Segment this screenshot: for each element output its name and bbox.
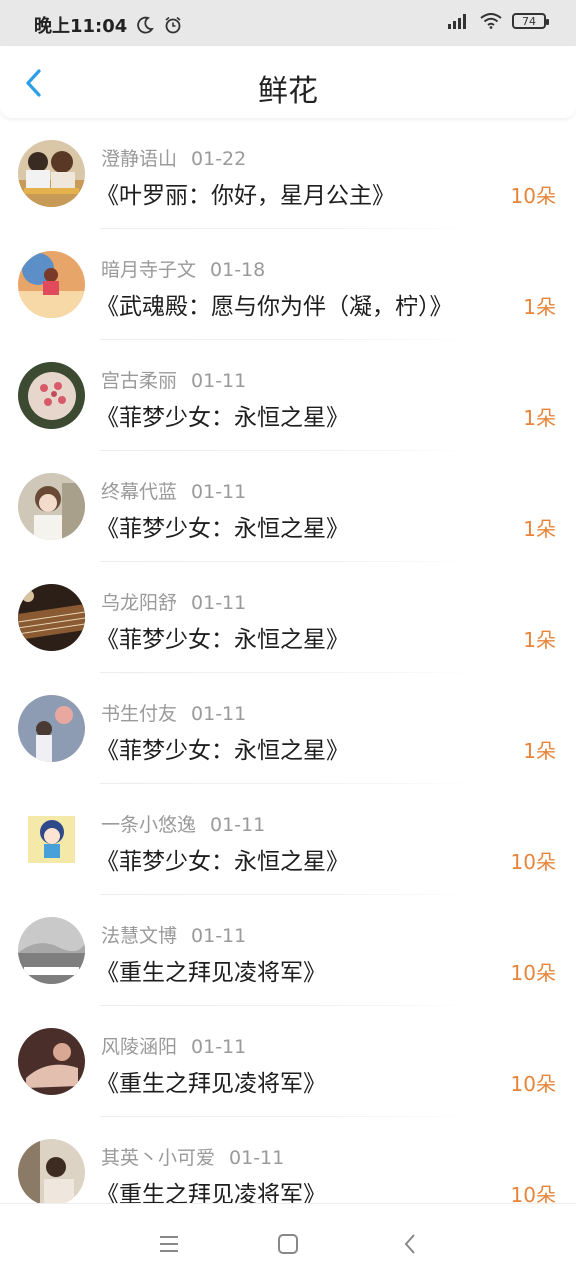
book-title[interactable]: 《重生之拜见凌将军》 <box>96 1064 326 1098</box>
battery-indicator: 74 <box>512 13 549 29</box>
book-title[interactable]: 《菲梦少女：永恒之星》 <box>96 620 349 654</box>
item-meta: 终幕代蓝 01-11 <box>101 477 246 504</box>
app-header: 鲜花 <box>0 46 576 118</box>
item-date: 01-11 <box>191 481 247 503</box>
item-date: 01-22 <box>191 148 247 170</box>
flower-count: 10朵 <box>510 850 556 874</box>
item-date: 01-11 <box>191 925 247 947</box>
menu-icon <box>160 1236 178 1252</box>
status-time: 晚上11:04 <box>34 16 128 37</box>
item-meta: 一条小悠逸 01-11 <box>101 810 265 837</box>
username[interactable]: 风陵涵阳 <box>101 1036 177 1058</box>
list-item[interactable]: 风陵涵阳 01-11 《重生之拜见凌将军》 10朵 <box>0 1006 576 1117</box>
username[interactable]: 书生付友 <box>101 703 177 725</box>
list-item[interactable]: 法慧文博 01-11 《重生之拜见凌将军》 10朵 <box>0 895 576 1006</box>
signal-icon <box>448 14 466 29</box>
item-meta: 书生付友 01-11 <box>101 699 246 726</box>
back-arrow-icon <box>404 1234 415 1254</box>
item-date: 01-11 <box>191 370 247 392</box>
username[interactable]: 乌龙阳舒 <box>101 592 177 614</box>
flower-count: 10朵 <box>510 184 556 208</box>
flower-count: 10朵 <box>510 961 556 985</box>
moon-icon <box>137 16 155 34</box>
flower-count: 10朵 <box>510 1072 556 1096</box>
username[interactable]: 宫古柔丽 <box>101 370 177 392</box>
home-button[interactable] <box>274 1230 302 1258</box>
list-item[interactable]: 终幕代蓝 01-11 《菲梦少女：永恒之星》 1朵 <box>0 451 576 562</box>
item-meta: 风陵涵阳 01-11 <box>101 1032 246 1059</box>
list-item[interactable]: 乌龙阳舒 01-11 《菲梦少女：永恒之星》 1朵 <box>0 562 576 673</box>
item-meta: 乌龙阳舒 01-11 <box>101 588 246 615</box>
page-title: 鲜花 <box>258 74 318 109</box>
item-meta: 澄静语山 01-22 <box>101 144 246 171</box>
avatar[interactable] <box>18 1028 85 1095</box>
flower-count: 1朵 <box>523 628 556 652</box>
list-item[interactable]: 一条小悠逸 01-11 《菲梦少女：永恒之星》 10朵 <box>0 784 576 895</box>
item-meta: 其英丶小可爱 01-11 <box>101 1143 284 1170</box>
flower-count: 1朵 <box>523 406 556 430</box>
system-nav-bar <box>0 1203 576 1281</box>
username[interactable]: 暗月寺子文 <box>101 259 196 281</box>
menu-button[interactable] <box>155 1230 183 1258</box>
list-item[interactable]: 宫古柔丽 01-11 《菲梦少女：永恒之星》 1朵 <box>0 340 576 451</box>
book-title[interactable]: 《菲梦少女：永恒之星》 <box>96 731 349 765</box>
book-title[interactable]: 《重生之拜见凌将军》 <box>96 953 326 987</box>
item-date: 01-11 <box>191 1036 247 1058</box>
item-date: 01-11 <box>229 1147 285 1169</box>
battery-level: 74 <box>522 14 536 28</box>
avatar[interactable] <box>18 917 85 984</box>
item-meta: 暗月寺子文 01-18 <box>101 255 265 282</box>
avatar[interactable] <box>18 806 85 873</box>
book-title[interactable]: 《菲梦少女：永恒之星》 <box>96 398 349 432</box>
username[interactable]: 一条小悠逸 <box>101 814 196 836</box>
back-nav-button[interactable] <box>396 1230 424 1258</box>
item-date: 01-11 <box>191 592 247 614</box>
username[interactable]: 终幕代蓝 <box>101 481 177 503</box>
book-title[interactable]: 《武魂殿：愿与你为伴（凝，柠）》 <box>96 287 453 321</box>
avatar[interactable] <box>18 251 85 318</box>
avatar[interactable] <box>18 1139 85 1206</box>
flower-count: 1朵 <box>523 517 556 541</box>
alarm-icon <box>165 16 181 34</box>
item-meta: 法慧文博 01-11 <box>101 921 246 948</box>
list-item[interactable]: 书生付友 01-11 《菲梦少女：永恒之星》 1朵 <box>0 673 576 784</box>
flower-list: 澄静语山 01-22 《叶罗丽：你好，星月公主》 10朵 暗月寺子文 01-18 《… <box>0 118 576 1228</box>
wifi-icon <box>480 13 502 29</box>
avatar[interactable] <box>18 584 85 651</box>
flower-count: 1朵 <box>523 295 556 319</box>
item-date: 01-11 <box>191 703 247 725</box>
flower-count: 1朵 <box>523 739 556 763</box>
username[interactable]: 法慧文博 <box>101 925 177 947</box>
home-square-icon <box>278 1234 298 1254</box>
username[interactable]: 澄静语山 <box>101 148 177 170</box>
username[interactable]: 其英丶小可爱 <box>101 1147 215 1169</box>
book-title[interactable]: 《菲梦少女：永恒之星》 <box>96 842 349 876</box>
avatar[interactable] <box>18 140 85 207</box>
book-title[interactable]: 《叶罗丽：你好，星月公主》 <box>96 176 395 210</box>
item-meta: 宫古柔丽 01-11 <box>101 366 246 393</box>
item-date: 01-18 <box>210 259 266 281</box>
book-title[interactable]: 《菲梦少女：永恒之星》 <box>96 509 349 543</box>
avatar[interactable] <box>18 695 85 762</box>
list-item[interactable]: 暗月寺子文 01-18 《武魂殿：愿与你为伴（凝，柠）》 1朵 <box>0 229 576 340</box>
item-date: 01-11 <box>210 814 266 836</box>
avatar[interactable] <box>18 473 85 540</box>
avatar[interactable] <box>18 362 85 429</box>
list-item[interactable]: 澄静语山 01-22 《叶罗丽：你好，星月公主》 10朵 <box>0 118 576 229</box>
status-bar: 晚上11:04 74 <box>0 0 576 46</box>
